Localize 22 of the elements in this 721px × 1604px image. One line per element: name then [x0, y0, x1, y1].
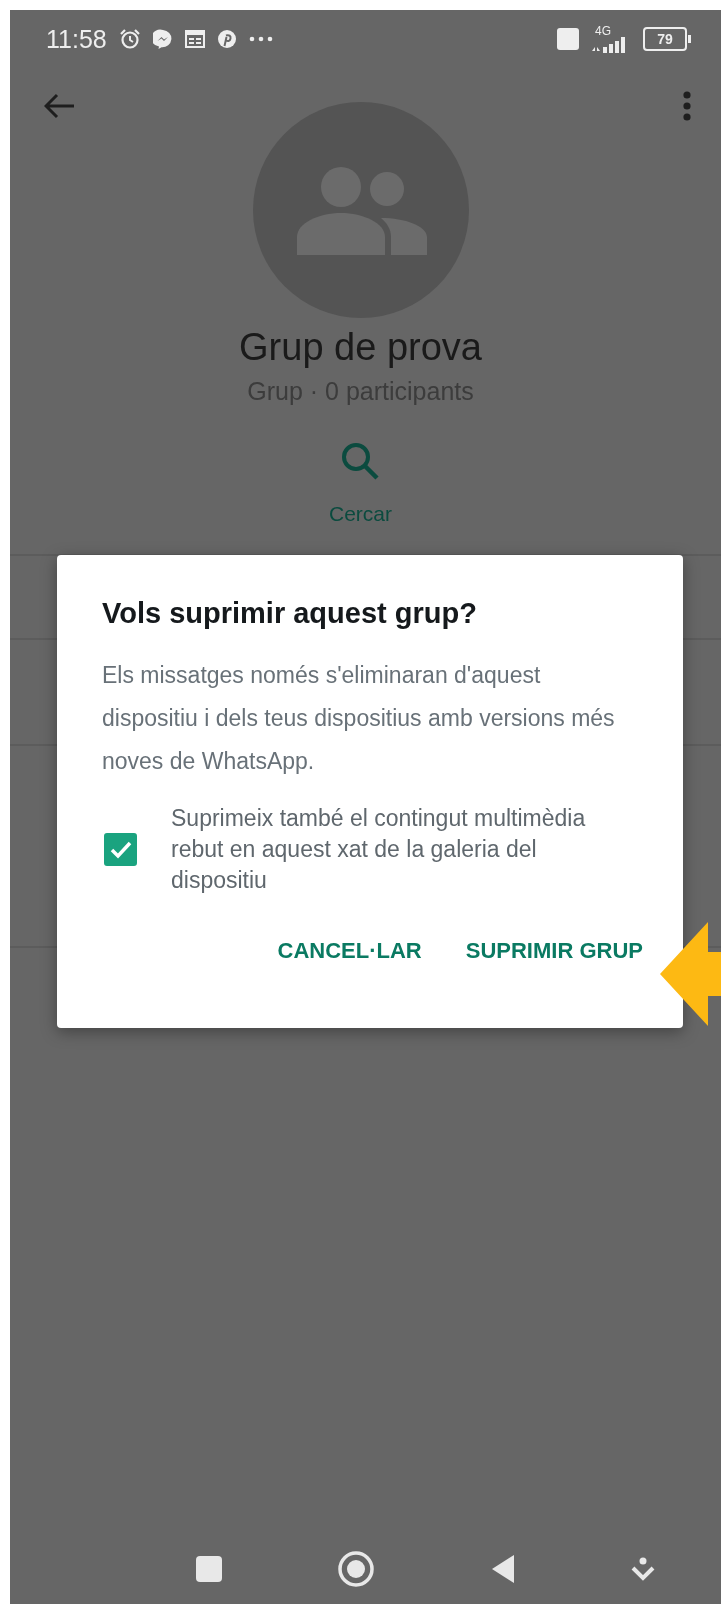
down-chevron-icon[interactable]	[631, 1557, 655, 1581]
more-notifications-icon	[248, 36, 273, 42]
more-options-icon[interactable]	[683, 91, 691, 121]
group-name: Grup de prova	[239, 326, 482, 369]
battery-indicator: 79	[643, 27, 687, 51]
dialog-title: Vols suprimir aquest grup?	[102, 597, 478, 630]
checkmark-icon	[109, 840, 132, 859]
cancel-button[interactable]: CANCEL·LAR	[277, 932, 422, 970]
battery-tip	[688, 35, 691, 43]
chat-bubble-icon	[152, 29, 173, 49]
alarm-clock-icon	[118, 28, 141, 50]
back-button[interactable]	[490, 1554, 516, 1584]
checkbox[interactable]	[104, 833, 137, 866]
calendar-icon	[184, 30, 205, 48]
delete-group-button[interactable]: SUPRIMIR GRUP	[465, 932, 643, 970]
back-arrow-icon[interactable]	[44, 93, 76, 119]
checkbox-label[interactable]: Suprimeix també el contingut multimèdia rebut en aquest xat de la galeria del dispositiu	[171, 803, 621, 896]
home-button[interactable]	[337, 1550, 375, 1588]
pin-logo-icon	[216, 29, 237, 49]
dialog-message: Els missatges només s'eliminaran d'aquest dispositiu i dels teus dispositius amb versions més noves de WhatsApp.	[102, 661, 616, 776]
status-time: 11:58	[46, 24, 107, 54]
network-type: 4G	[595, 25, 611, 37]
